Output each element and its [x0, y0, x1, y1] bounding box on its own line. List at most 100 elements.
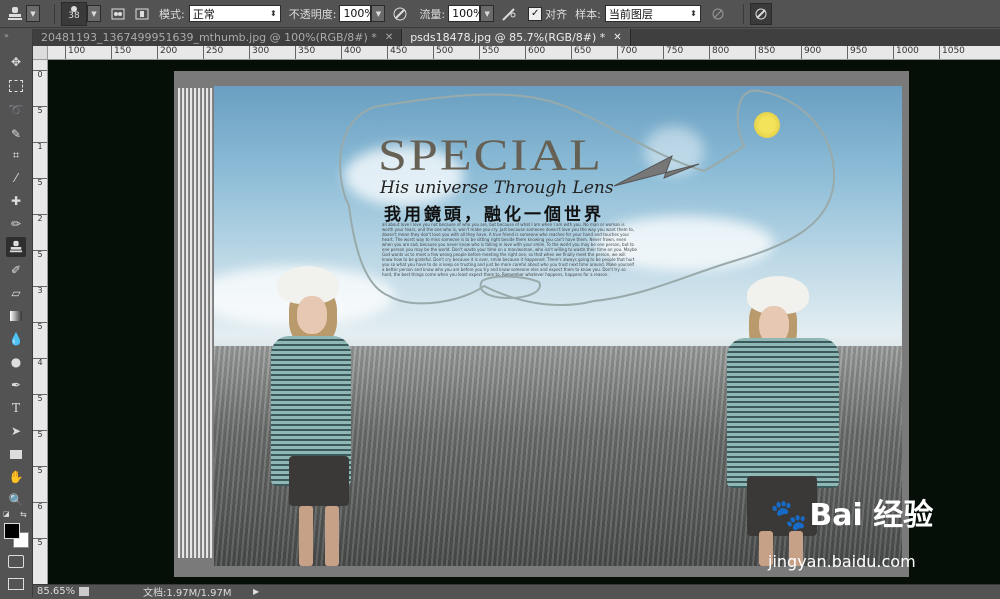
eyedropper-icon[interactable]: ⁄: [6, 168, 26, 188]
ruler-tick: 250: [203, 46, 223, 59]
opacity-label: 不透明度:: [288, 7, 337, 21]
ruler-tick: 600: [525, 46, 545, 59]
healing-icon[interactable]: ✚: [6, 191, 26, 211]
eraser-icon[interactable]: ▱: [6, 283, 26, 303]
person-left: [269, 266, 369, 566]
page-edge: [186, 88, 189, 558]
airbrush-icon[interactable]: [498, 6, 520, 22]
quick-select-icon[interactable]: ✎: [6, 124, 26, 144]
zoom-level[interactable]: 85.65%: [37, 586, 79, 597]
flow-dropdown[interactable]: ▼: [480, 5, 495, 22]
flow-label: 流量:: [419, 7, 446, 21]
page-edge: [206, 88, 209, 558]
ruler-tick: 900: [801, 46, 821, 59]
clone-stamp-icon[interactable]: [6, 237, 26, 257]
mode-select[interactable]: 正常 ⬍: [188, 5, 281, 22]
align-label: 对齐: [545, 7, 568, 21]
ruler-tick: 400: [341, 46, 361, 59]
ruler-tick: 0: [33, 70, 47, 79]
page-edge: [182, 88, 185, 558]
ruler-tick: 5: [33, 466, 47, 475]
ruler-origin[interactable]: [33, 46, 48, 60]
ruler-tick: 5: [33, 322, 47, 331]
path-select-icon[interactable]: ➤: [6, 421, 26, 441]
document-tabs: 20481193_1367499951639_mthumb.jpg @ 100%…: [33, 29, 1000, 46]
chevron-down-icon: ⬍: [270, 9, 277, 18]
brush-panel-icon[interactable]: [109, 7, 127, 21]
close-icon[interactable]: ✕: [613, 32, 621, 43]
page-edge: [194, 88, 197, 558]
clone-source-panel-icon[interactable]: [133, 7, 151, 21]
ruler-tick: 5: [33, 106, 47, 115]
separator: [742, 3, 744, 24]
sample-select[interactable]: 当前图层 ⬍: [604, 5, 701, 22]
artwork-paragraph: all about love I love you not because of…: [382, 222, 637, 277]
ruler-tick: 3: [33, 286, 47, 295]
mode-value: 正常: [192, 7, 215, 21]
clone-stamp-tool-icon[interactable]: [4, 4, 26, 24]
ignore-adjustment-layers-icon[interactable]: [707, 7, 729, 21]
history-brush-icon[interactable]: ✐: [6, 260, 26, 280]
align-checkbox[interactable]: ✓: [528, 6, 543, 21]
pen-icon[interactable]: ✒: [6, 375, 26, 395]
foreground-color-swatch[interactable]: [4, 523, 20, 539]
ruler-tick: 2: [33, 214, 47, 223]
type-icon[interactable]: T: [6, 398, 26, 418]
ruler-tick: 300: [249, 46, 269, 59]
dodge-icon[interactable]: ●: [6, 352, 26, 372]
default-colors-icon[interactable]: ◪: [3, 510, 10, 518]
lasso-icon[interactable]: ➰: [6, 100, 26, 120]
artwork-subtitle: His universe Through Lens: [380, 178, 614, 198]
ruler-tick: 450: [387, 46, 407, 59]
close-icon[interactable]: ✕: [385, 32, 393, 43]
status-menu-arrow-icon[interactable]: ▶: [253, 587, 259, 596]
page-edge: [202, 88, 205, 558]
flow-field[interactable]: 100%: [448, 5, 484, 22]
ruler-tick: 1050: [939, 46, 965, 59]
blur-icon[interactable]: 💧: [6, 329, 26, 349]
quick-mask-icon[interactable]: [8, 555, 24, 568]
vertical-ruler[interactable]: 0 5 1 5 2 5 3 5 4 5 5 5 6 5: [33, 60, 48, 584]
brush-preview-icon[interactable]: 38: [61, 1, 87, 26]
mode-label: 模式:: [159, 7, 185, 21]
ruler-tick: 6: [33, 502, 47, 511]
pressure-opacity-icon[interactable]: [389, 6, 411, 22]
hand-icon[interactable]: ✋: [6, 467, 26, 487]
artwork-title: SPECIAL: [378, 131, 603, 180]
move-icon[interactable]: ✥: [6, 52, 26, 72]
chevron-down-icon: ⬍: [690, 9, 697, 18]
pressure-size-icon[interactable]: [749, 2, 772, 25]
watermark-brand: Bai 经验: [809, 498, 934, 533]
ruler-tick: 5: [33, 394, 47, 403]
swap-colors-icon[interactable]: ⇆: [20, 510, 27, 519]
screen-mode-icon[interactable]: [8, 578, 24, 590]
sample-value: 当前图层: [608, 7, 653, 21]
brush-preset-dropdown[interactable]: ▼: [87, 5, 101, 22]
ruler-tick: 500: [433, 46, 453, 59]
marquee-icon[interactable]: [6, 76, 26, 96]
zoom-icon[interactable]: 🔍: [6, 490, 26, 510]
sample-label: 样本:: [575, 7, 601, 21]
shape-icon[interactable]: [6, 444, 26, 464]
opacity-dropdown[interactable]: ▼: [371, 5, 386, 22]
tool-preset-dropdown[interactable]: ▼: [26, 5, 40, 22]
status-info-icon[interactable]: [79, 587, 89, 596]
ruler-tick: 550: [479, 46, 499, 59]
gradient-icon[interactable]: [6, 306, 26, 326]
ruler-tick: 200: [157, 46, 177, 59]
tab-document-1[interactable]: 20481193_1367499951639_mthumb.jpg @ 100%…: [33, 29, 403, 46]
horizontal-ruler[interactable]: 100 150 200 250 300 350 400 450 500 550 600 650 700 7…: [48, 46, 1000, 60]
opacity-field[interactable]: 100%: [339, 5, 375, 22]
watermark-url: jingyan.baidu.com: [768, 552, 916, 571]
ruler-tick: 5: [33, 250, 47, 259]
tools-panel: » ✥ ➰ ✎ ⌗ ⁄ ✚ ✏ ✐ ▱ 💧 ● ✒ T ➤ ✋ 🔍 ◪ ⇆: [0, 29, 33, 597]
brush-icon[interactable]: ✏: [6, 214, 26, 234]
baidu-watermark-logo: 🐾Bai 经验: [770, 490, 933, 534]
ruler-tick: 1000: [893, 46, 919, 59]
page-edge: [198, 88, 201, 558]
crop-icon[interactable]: ⌗: [6, 145, 26, 165]
tab-document-2[interactable]: psds18478.jpg @ 85.7%(RGB/8#) * ✕: [402, 29, 631, 46]
ruler-tick: 5: [33, 538, 47, 547]
options-bar: ▼ 38 ▼ 模式: 正常 ⬍ 不透明度: 100% ▼ 流量: 100% ▼ …: [0, 0, 1000, 28]
toolbar-collapse-handle[interactable]: »: [4, 31, 9, 40]
